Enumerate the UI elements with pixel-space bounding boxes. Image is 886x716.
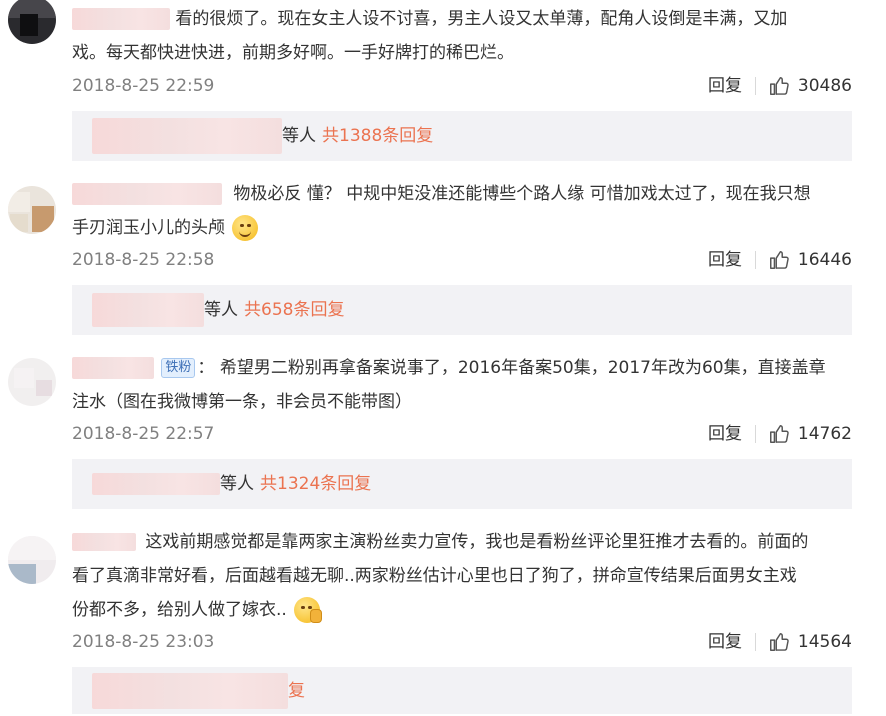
comment-line-1: 希望男二粉别再拿备案说事了，2016年备案50集，2017年改为60集，直接盖章: [219, 358, 826, 378]
comment-text-line2: 手刃润玉小儿的头颅: [72, 211, 856, 245]
comment-text-line3: 份都不多，给别人做了嫁衣..: [72, 593, 856, 627]
comment-text: 物极必反 懂？ 中规中矩没准还能博些个路人缘 可惜加戏太过了，现在我只想: [72, 177, 856, 211]
comment-line-1: 看的很烦了。现在女主人设不讨喜，男主人设又太单薄，配角人设倒是丰满，又加: [175, 9, 788, 29]
sub-reply-box: 等人 共1324条回复: [72, 459, 852, 509]
avatar[interactable]: [8, 0, 56, 44]
comment-text: 这戏前期感觉都是靠两家主演粉丝卖力宣传，我也是看粉丝评论里狂推才去看的。前面的: [72, 525, 856, 559]
blurred-username[interactable]: [72, 183, 222, 205]
comment-meta: 2018-8-25 22:59 回复 30486: [72, 71, 852, 101]
comment-line-3: 份都不多，给别人做了嫁衣..: [72, 600, 287, 620]
sub-reply-box: 等人 共1388条回复: [72, 111, 852, 161]
sub-reply-suffix: 等人: [282, 126, 316, 146]
like-button[interactable]: 14564: [768, 627, 852, 657]
divider: [755, 77, 756, 95]
fan-badge[interactable]: 铁粉: [161, 358, 196, 378]
reply-button[interactable]: 回复: [708, 245, 742, 275]
blurred-username[interactable]: [92, 293, 204, 327]
divider: [755, 425, 756, 443]
blurred-username[interactable]: [92, 118, 282, 154]
blurred-username[interactable]: [92, 473, 220, 495]
view-replies-link[interactable]: 共1388条回复: [322, 111, 433, 161]
shush-emoji-icon: [294, 597, 323, 623]
like-count: 30486: [797, 76, 852, 96]
comment-time: 2018-8-25 22:59: [72, 76, 215, 96]
avatar[interactable]: [8, 358, 56, 406]
thumbs-up-icon: [769, 77, 789, 95]
sub-reply-suffix: 等人: [204, 300, 238, 320]
comment-meta: 2018-8-25 22:58 回复 16446: [72, 245, 852, 275]
view-replies-link[interactable]: 共658条回复: [244, 285, 344, 335]
comment-time: 2018-8-25 23:03: [72, 632, 215, 652]
avatar[interactable]: [8, 186, 56, 234]
blurred-username[interactable]: [92, 672, 288, 709]
thumbs-up-icon: [769, 251, 789, 269]
blurred-username[interactable]: [72, 8, 170, 30]
view-replies-link[interactable]: 复: [288, 666, 305, 716]
sub-reply-box: 复: [72, 667, 852, 714]
like-button[interactable]: 30486: [768, 71, 852, 101]
blurred-username[interactable]: [72, 533, 136, 551]
thumbs-up-icon: [769, 425, 789, 443]
comment-line-2: 注水（图在我微博第一条，非会员不能带图）: [72, 392, 412, 412]
comment-time: 2018-8-25 22:58: [72, 250, 215, 270]
reply-button[interactable]: 回复: [708, 419, 742, 449]
avatar[interactable]: [8, 536, 56, 584]
reply-button[interactable]: 回复: [708, 71, 742, 101]
comment-line-1: 这戏前期感觉都是靠两家主演粉丝卖力宣传，我也是看粉丝评论里狂推才去看的。前面的: [145, 532, 809, 552]
comment-line-2: 手刃润玉小儿的头颅: [72, 218, 225, 238]
sub-reply-box: 等人 共658条回复: [72, 285, 852, 335]
comment-line-2: 戏。每天都快进快进，前期多好啊。一手好牌打的稀巴烂。: [72, 43, 514, 63]
divider: [755, 633, 756, 651]
like-count: 16446: [797, 250, 852, 270]
blurred-username[interactable]: [72, 357, 154, 379]
smile-emoji-icon: [232, 215, 259, 241]
sub-reply-suffix: 等人: [220, 474, 254, 494]
like-button[interactable]: 16446: [768, 245, 852, 275]
reply-button[interactable]: 回复: [708, 627, 742, 657]
view-replies-link[interactable]: 共1324条回复: [260, 459, 371, 509]
thumbs-up-icon: [769, 633, 789, 651]
comment-meta: 2018-8-25 23:03 回复 14564: [72, 627, 852, 657]
comment-text: 铁粉： 希望男二粉别再拿备案说事了，2016年备案50集，2017年改为60集，…: [72, 351, 856, 385]
comment-meta: 2018-8-25 22:57 回复 14762: [72, 419, 852, 449]
like-count: 14762: [797, 424, 852, 444]
comment-line-1: 物极必反 懂？ 中规中矩没准还能博些个路人缘 可惜加戏太过了，现在我只想: [233, 184, 811, 204]
like-button[interactable]: 14762: [768, 419, 852, 449]
divider: [755, 251, 756, 269]
comment-line-2: 看了真滴非常好看，后面越看越无聊..两家粉丝估计心里也日了狗了，拼命宣传结果后面…: [72, 566, 797, 586]
like-count: 14564: [797, 632, 852, 652]
comment-text: 看的很烦了。现在女主人设不讨喜，男主人设又太单薄，配角人设倒是丰满，又加: [72, 2, 856, 36]
comment-time: 2018-8-25 22:57: [72, 424, 215, 444]
